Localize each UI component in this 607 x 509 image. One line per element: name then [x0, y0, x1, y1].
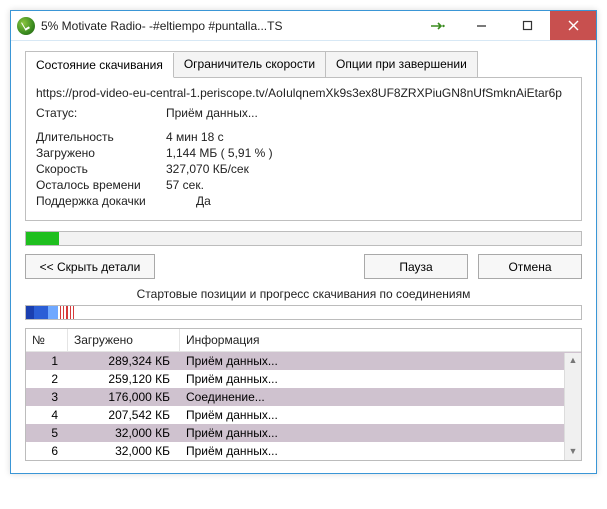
- segment: [48, 306, 58, 319]
- downloaded-value: 1,144 МБ ( 5,91 % ): [166, 146, 273, 160]
- cell-downloaded: 176,000 КБ: [68, 388, 180, 406]
- cell-info: Соединение...: [180, 388, 581, 406]
- tab-speed-limit[interactable]: Ограничитель скорости: [174, 52, 326, 77]
- overall-progress-bar: [25, 231, 582, 246]
- scrollbar[interactable]: ▲ ▼: [564, 353, 581, 460]
- titlebar[interactable]: 5% Motivate Radio- -#eltiempo #puntalla.…: [11, 11, 596, 41]
- cell-info: Приём данных...: [180, 370, 581, 388]
- segment: [41, 306, 48, 319]
- table-row[interactable]: 1289,324 КБПриём данных...: [26, 352, 581, 370]
- download-window: 5% Motivate Radio- -#eltiempo #puntalla.…: [10, 10, 597, 474]
- status-panel: https://prod-video-eu-central-1.periscop…: [25, 77, 582, 221]
- col-number[interactable]: №: [26, 329, 68, 351]
- table-row[interactable]: 4207,542 КБПриём данных...: [26, 406, 581, 424]
- speed-label: Скорость: [36, 162, 166, 176]
- minimize-button[interactable]: [458, 11, 504, 40]
- connections-table: № Загружено Информация 1289,324 КБПриём …: [25, 328, 582, 461]
- cell-downloaded: 259,120 КБ: [68, 370, 180, 388]
- remaining-label: Осталось времени: [36, 178, 166, 192]
- scroll-up-icon[interactable]: ▲: [569, 353, 578, 369]
- hide-details-button[interactable]: << Скрыть детали: [25, 254, 155, 279]
- overall-progress-fill: [26, 232, 59, 245]
- table-row[interactable]: 532,000 КБПриём данных...: [26, 424, 581, 442]
- connections-segment-bar: [25, 305, 582, 320]
- cell-number: 4: [26, 406, 68, 424]
- cell-downloaded: 32,000 КБ: [68, 424, 180, 442]
- cell-info: Приём данных...: [180, 424, 581, 442]
- segment: [26, 306, 34, 319]
- tab-bar: Состояние скачивания Ограничитель скорос…: [25, 51, 478, 77]
- table-body: 1289,324 КБПриём данных...2259,120 КБПри…: [26, 352, 581, 460]
- app-icon: [17, 17, 35, 35]
- cell-downloaded: 32,000 КБ: [68, 442, 180, 460]
- table-row[interactable]: 632,000 КБПриём данных...: [26, 442, 581, 460]
- body: Состояние скачивания Ограничитель скорос…: [11, 41, 596, 473]
- close-button[interactable]: [550, 11, 596, 40]
- table-row[interactable]: 2259,120 КБПриём данных...: [26, 370, 581, 388]
- resume-label: Поддержка докачки: [36, 194, 196, 208]
- tab-status[interactable]: Состояние скачивания: [26, 53, 174, 78]
- segment: [74, 306, 581, 319]
- window-title: 5% Motivate Radio- -#eltiempo #puntalla.…: [41, 19, 418, 33]
- window-controls: [418, 11, 596, 40]
- cell-number: 6: [26, 442, 68, 460]
- cell-number: 3: [26, 388, 68, 406]
- table-row[interactable]: 3176,000 КБСоединение...: [26, 388, 581, 406]
- download-url: https://prod-video-eu-central-1.periscop…: [36, 86, 571, 100]
- button-row: << Скрыть детали Пауза Отмена: [25, 254, 582, 279]
- cell-info: Приём данных...: [180, 352, 581, 370]
- cell-number: 1: [26, 352, 68, 370]
- col-info[interactable]: Информация: [180, 329, 581, 351]
- pin-icon[interactable]: [418, 11, 458, 40]
- cell-number: 5: [26, 424, 68, 442]
- duration-value: 4 мин 18 с: [166, 130, 224, 144]
- segment: [34, 306, 41, 319]
- cell-info: Приём данных...: [180, 406, 581, 424]
- connections-caption: Стартовые позиции и прогресс скачивания …: [25, 287, 582, 301]
- scroll-down-icon[interactable]: ▼: [569, 444, 578, 460]
- resume-value: Да: [196, 194, 211, 208]
- speed-value: 327,070 КБ/сек: [166, 162, 249, 176]
- table-header: № Загружено Информация: [26, 329, 581, 352]
- cell-info: Приём данных...: [180, 442, 581, 460]
- status-label: Статус:: [36, 106, 166, 120]
- status-value[interactable]: Приём данных...: [166, 106, 258, 120]
- duration-label: Длительность: [36, 130, 166, 144]
- cell-number: 2: [26, 370, 68, 388]
- maximize-button[interactable]: [504, 11, 550, 40]
- col-downloaded[interactable]: Загружено: [68, 329, 180, 351]
- cell-downloaded: 289,324 КБ: [68, 352, 180, 370]
- tab-on-complete[interactable]: Опции при завершении: [326, 52, 477, 77]
- status-row: Статус: Приём данных...: [36, 106, 571, 120]
- remaining-value: 57 сек.: [166, 178, 204, 192]
- cancel-button[interactable]: Отмена: [478, 254, 582, 279]
- pause-button[interactable]: Пауза: [364, 254, 468, 279]
- downloaded-label: Загружено: [36, 146, 166, 160]
- cell-downloaded: 207,542 КБ: [68, 406, 180, 424]
